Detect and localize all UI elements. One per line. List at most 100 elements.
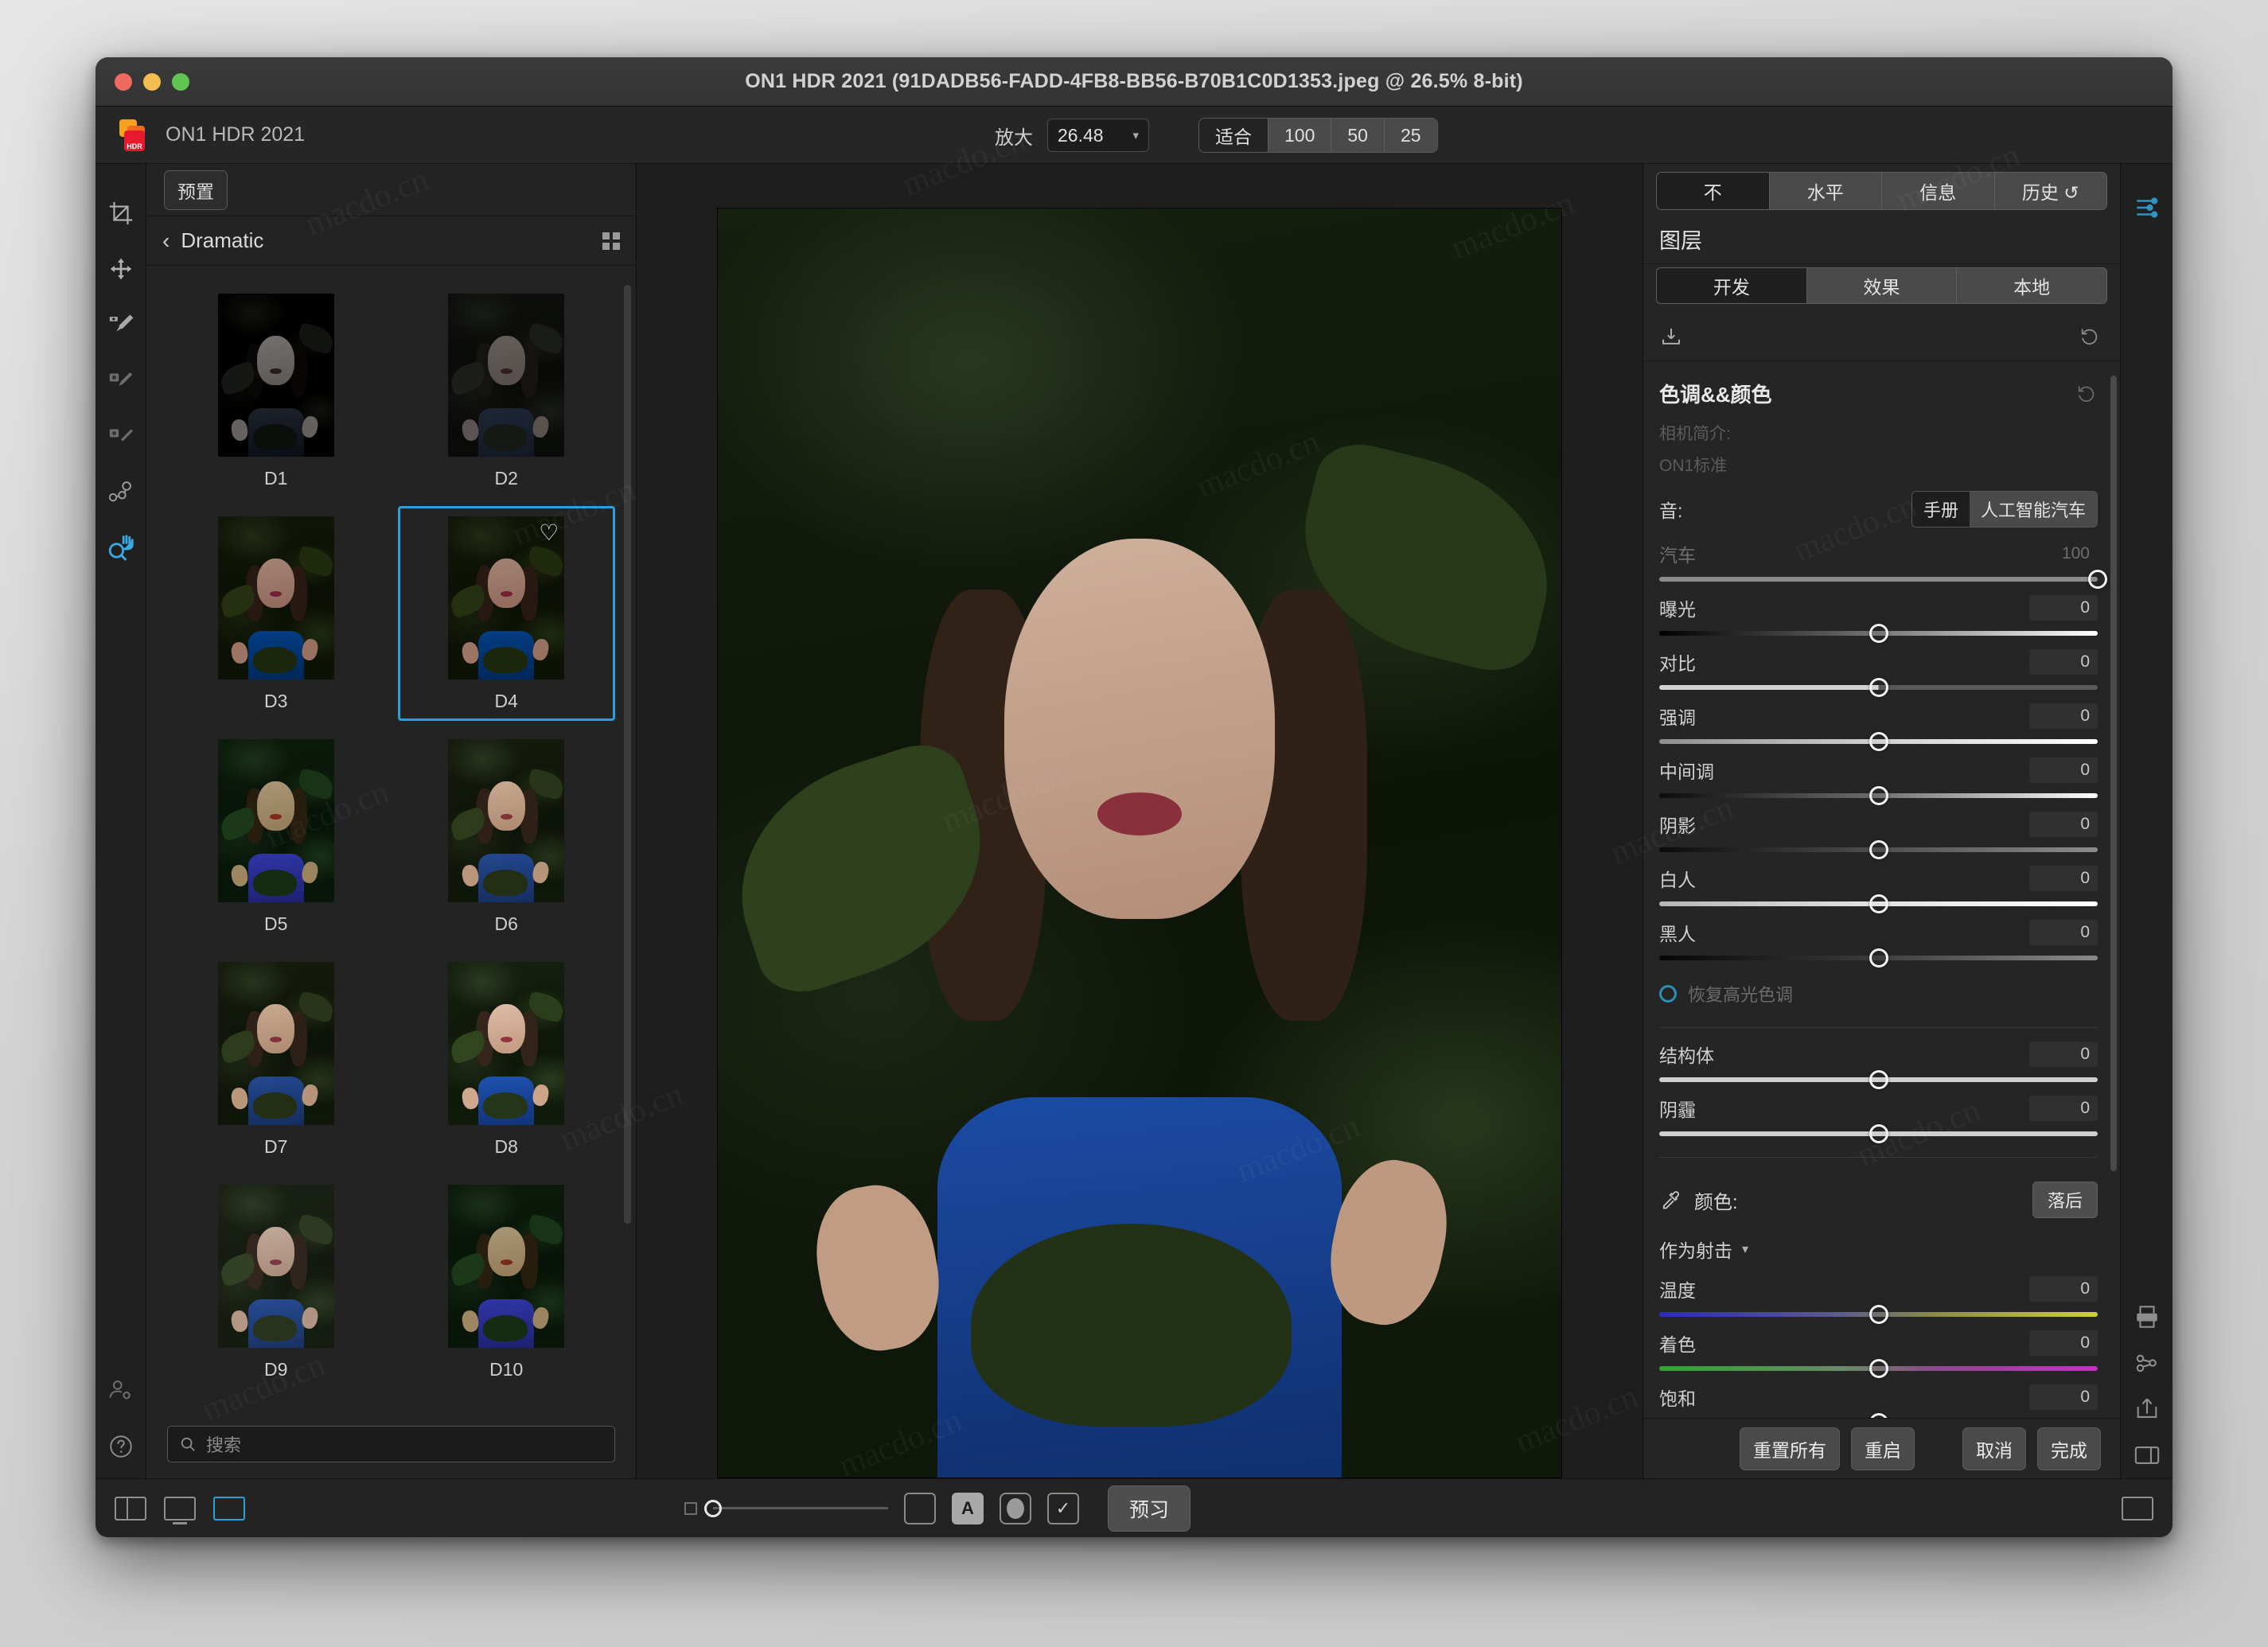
close-button[interactable] — [115, 72, 132, 91]
right-subtab-0[interactable]: 开发 — [1656, 267, 1806, 304]
slider-knob[interactable] — [1869, 840, 1888, 859]
footer-button-3[interactable]: 完成 — [2037, 1427, 2101, 1470]
right-subtab-2[interactable]: 本地 — [1956, 267, 2108, 304]
eyedropper-icon[interactable] — [1659, 1189, 1682, 1211]
slider-白人[interactable]: 白人 0 — [1659, 865, 2098, 913]
view-mode-browse-icon[interactable] — [115, 1496, 146, 1520]
slider-汽车[interactable]: 汽车 100 — [1659, 540, 2107, 589]
slider-knob[interactable] — [1869, 894, 1888, 913]
zoom-fit-button[interactable]: 适合 — [1199, 119, 1268, 152]
adjustable-brush-tool[interactable] — [100, 301, 142, 348]
preset-item-d4[interactable]: ♡ D4 — [397, 506, 615, 721]
slider-track[interactable] — [1659, 1124, 2098, 1143]
masking-bug-tool[interactable] — [100, 468, 142, 516]
slider-value[interactable]: 0 — [2029, 595, 2098, 621]
slider-曝光[interactable]: 曝光 0 — [1659, 594, 2098, 643]
view-circle-toggle[interactable] — [1000, 1492, 1031, 1524]
move-tool[interactable] — [100, 245, 142, 293]
tone-mode-manual[interactable]: 手册 — [1911, 492, 1970, 527]
view-mode-screen-icon[interactable] — [164, 1496, 196, 1524]
zoom-level-select[interactable]: 26.48 ▾ — [1047, 119, 1149, 152]
slider-knob[interactable] — [1869, 732, 1888, 751]
slider-value[interactable]: 0 — [2029, 920, 2098, 945]
slider-结构体[interactable]: 结构体 0 — [1659, 1041, 2098, 1089]
slider-knob[interactable] — [1869, 786, 1888, 805]
tone-mode-ai[interactable]: 人工智能汽车 — [1969, 492, 2097, 527]
toggle-panels-icon[interactable] — [2122, 1496, 2153, 1520]
right-tab-2[interactable]: 信息 — [1881, 172, 1994, 210]
right-tab-0[interactable]: 不 — [1656, 172, 1769, 210]
preset-item-d8[interactable]: D8 — [398, 952, 616, 1166]
presets-scrollbar[interactable] — [624, 285, 631, 1224]
zoom-25-button[interactable]: 25 — [1384, 119, 1437, 152]
preset-thumbnail-area[interactable]: D1 D2 D3 ♡ D4 D5 D6 D7 D8 D9 D10 — [146, 266, 636, 1410]
export-icon[interactable] — [2126, 1386, 2168, 1432]
slider-knob[interactable] — [1869, 1359, 1888, 1378]
zoom-100-button[interactable]: 100 — [1268, 119, 1332, 152]
presets-button[interactable]: 预置 — [164, 169, 228, 210]
adjustments-scroll-area[interactable]: 色调&&颜色 相机简介: ON1标准 音: 手册 人工智能汽车 汽车 100 曝… — [1643, 361, 2120, 1418]
help-icon[interactable] — [100, 1423, 142, 1470]
slider-knob[interactable] — [2088, 570, 2107, 589]
preset-item-d9[interactable]: D9 — [167, 1174, 385, 1389]
zoom-hand-tool[interactable] — [100, 524, 142, 571]
preview-button[interactable]: 预习 — [1108, 1485, 1191, 1532]
slider-value[interactable]: 100 — [2029, 541, 2098, 567]
footer-button-1[interactable]: 重启 — [1851, 1427, 1915, 1470]
slider-track[interactable] — [1659, 570, 2107, 589]
preset-item-d3[interactable]: D3 — [167, 506, 385, 721]
slider-value[interactable]: 0 — [2029, 1042, 2098, 1067]
preset-item-d5[interactable]: D5 — [167, 729, 385, 944]
print-icon[interactable] — [2126, 1294, 2168, 1340]
slider-中间调[interactable]: 中间调 0 — [1659, 757, 2098, 805]
slider-value[interactable]: 0 — [2029, 1384, 2098, 1410]
slider-value[interactable]: 0 — [2029, 866, 2098, 891]
slider-value[interactable]: 0 — [2029, 1276, 2098, 1302]
slider-track[interactable] — [1659, 786, 2098, 805]
footer-button-0[interactable]: 重置所有 — [1740, 1427, 1840, 1470]
slider-track[interactable] — [1659, 894, 2098, 913]
slider-knob[interactable] — [1869, 678, 1888, 697]
slider-knob[interactable] — [1869, 1305, 1888, 1324]
slider-value[interactable]: 0 — [2029, 703, 2098, 729]
share-icon[interactable] — [2126, 1340, 2168, 1386]
slider-value[interactable]: 0 — [2029, 1330, 2098, 1356]
user-settings-icon[interactable] — [100, 1367, 142, 1415]
opacity-slider[interactable] — [704, 1499, 888, 1517]
zoom-50-button[interactable]: 50 — [1331, 119, 1385, 152]
preset-item-d10[interactable]: D10 — [398, 1174, 616, 1389]
camera-profile-value[interactable]: ON1标准 — [1659, 453, 2098, 477]
toggle-right-panel-icon[interactable] — [2126, 1432, 2168, 1478]
slider-track[interactable] — [1659, 840, 2098, 859]
slider-track[interactable] — [1659, 1305, 2098, 1324]
slider-value[interactable]: 0 — [2029, 1096, 2098, 1121]
reset-module-icon[interactable] — [2079, 325, 2101, 348]
slider-track[interactable] — [1659, 1359, 2098, 1378]
slider-饱和[interactable]: 饱和 0 — [1659, 1384, 2098, 1418]
white-balance-dropdown[interactable]: 作为射击 ▾ — [1659, 1236, 2098, 1263]
slider-knob[interactable] — [1869, 948, 1888, 968]
slider-knob[interactable] — [1869, 624, 1888, 643]
preset-item-d7[interactable]: D7 — [167, 952, 385, 1166]
opacity-slider-knob[interactable] — [704, 1499, 722, 1517]
maximize-button[interactable] — [172, 72, 189, 91]
color-reset-button[interactable]: 落后 — [2032, 1182, 2098, 1218]
view-mode-single-icon[interactable] — [213, 1496, 245, 1520]
minimize-button[interactable] — [143, 72, 161, 91]
slider-阴霾[interactable]: 阴霾 0 — [1659, 1095, 2098, 1143]
slider-knob[interactable] — [1869, 1070, 1888, 1089]
perfect-brush-tool[interactable] — [100, 356, 142, 404]
slider-对比[interactable]: 对比 0 — [1659, 648, 2098, 697]
footer-button-2[interactable]: 取消 — [1962, 1427, 2026, 1470]
slider-value[interactable]: 0 — [2029, 649, 2098, 675]
preset-item-d1[interactable]: D1 — [167, 283, 385, 498]
slider-track[interactable] — [1659, 732, 2098, 751]
back-chevron-icon[interactable]: ‹ — [162, 229, 170, 252]
right-subtab-1[interactable]: 效果 — [1806, 267, 1957, 304]
grid-view-icon[interactable] — [602, 232, 620, 250]
slider-knob[interactable] — [1869, 1413, 1888, 1418]
erase-tool[interactable] — [100, 412, 142, 460]
slider-track[interactable] — [1659, 624, 2098, 643]
slider-黑人[interactable]: 黑人 0 — [1659, 919, 2098, 968]
slider-强调[interactable]: 强调 0 — [1659, 703, 2098, 751]
